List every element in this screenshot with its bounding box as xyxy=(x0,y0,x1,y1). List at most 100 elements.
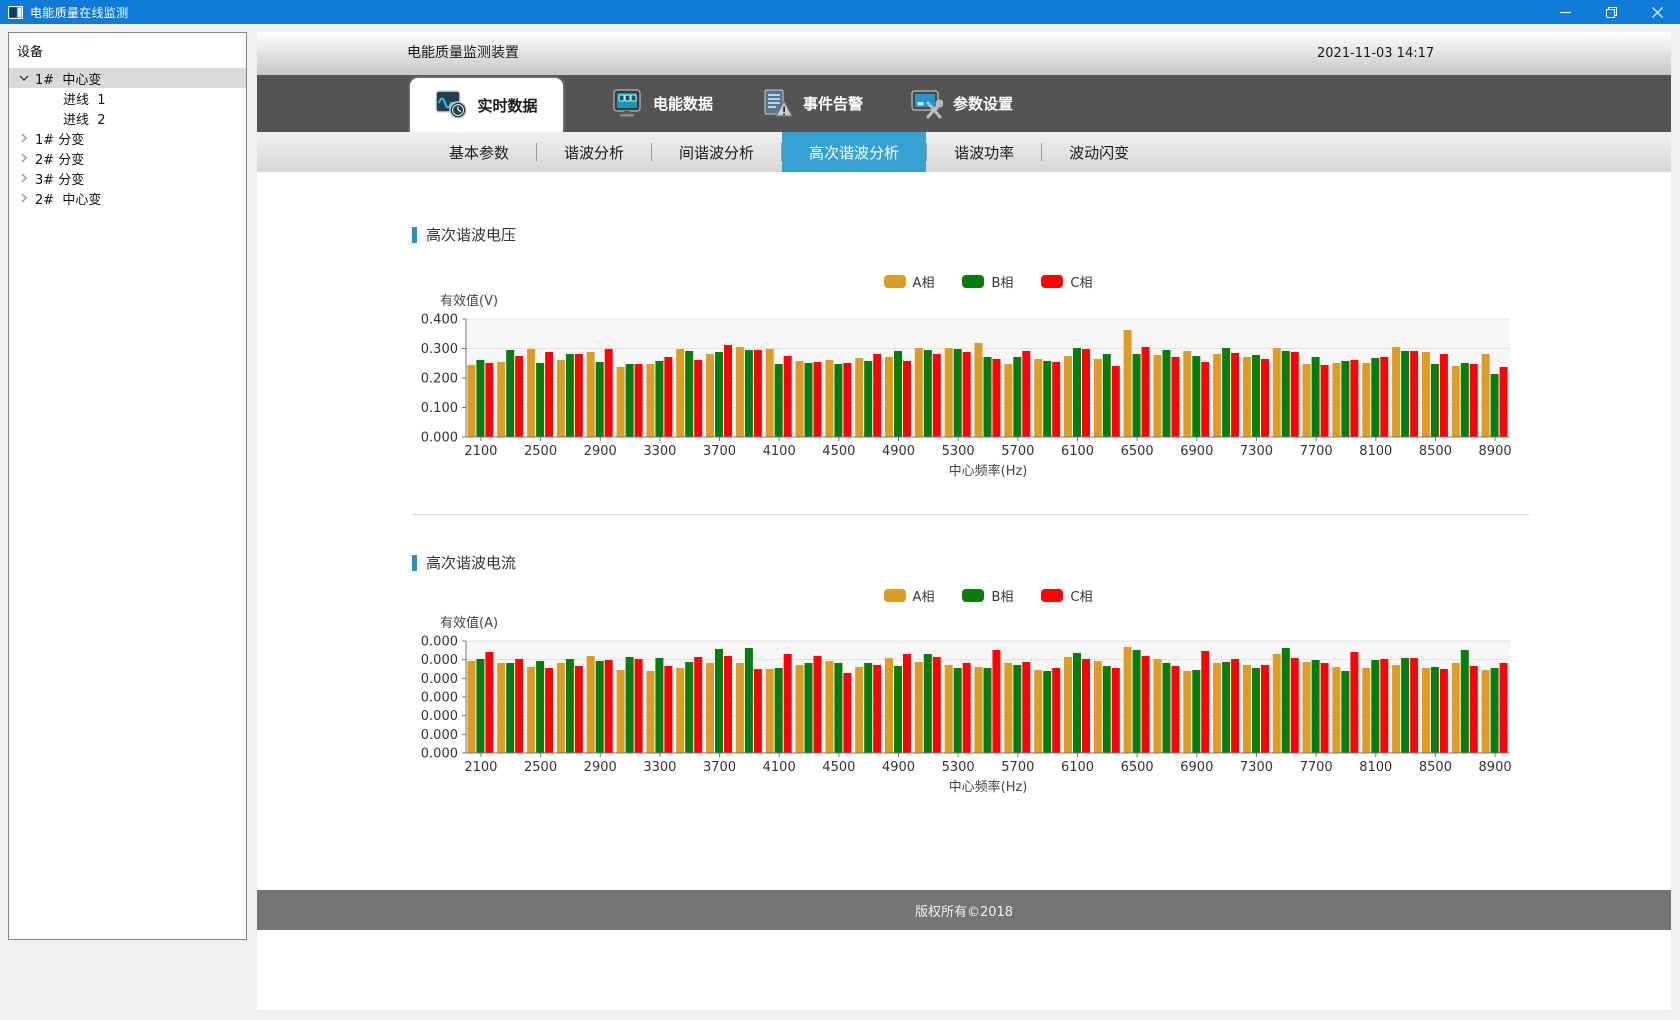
section-divider xyxy=(412,514,1530,515)
svg-text:7700: 7700 xyxy=(1300,444,1333,459)
tab-参数设置[interactable]: 参数设置 xyxy=(911,75,1013,132)
svg-text:0.300: 0.300 xyxy=(421,342,458,357)
minimize-button[interactable] xyxy=(1542,0,1588,24)
legend-swatch-phase-a xyxy=(884,589,906,602)
svg-text:6500: 6500 xyxy=(1121,760,1154,775)
svg-text:0.000: 0.000 xyxy=(421,728,458,743)
svg-text:3300: 3300 xyxy=(643,444,676,459)
svg-text:0.200: 0.200 xyxy=(421,372,458,387)
x-axis: 2100250029003300370041004500490053005700… xyxy=(464,437,1511,459)
copyright-text: 版权所有©2018 xyxy=(915,901,1013,920)
titlebar: 电能质量在线监测 xyxy=(0,0,1680,24)
chevron-right-icon[interactable] xyxy=(15,193,33,203)
tab-电能数据[interactable]: 电能数据 xyxy=(611,75,713,132)
subtab-谐波功率[interactable]: 谐波功率 xyxy=(927,132,1041,172)
subtab-基本参数[interactable]: 基本参数 xyxy=(422,132,536,172)
chevron-right-icon[interactable] xyxy=(15,153,33,163)
tree-item-2[interactable]: 进线 2 xyxy=(9,108,246,128)
svg-text:2100: 2100 xyxy=(464,760,497,775)
energy-data-icon xyxy=(611,89,643,119)
svg-text:0.000: 0.000 xyxy=(421,691,458,706)
tab-label: 参数设置 xyxy=(953,93,1013,114)
legend-label: A相 xyxy=(913,586,935,605)
subtab-间谐波分析[interactable]: 间谐波分析 xyxy=(652,132,781,172)
tab-label: 电能数据 xyxy=(653,93,713,114)
main-header: 电能质量监测装置 2021-11-03 14:17 xyxy=(257,32,1671,75)
window-controls xyxy=(1542,0,1680,24)
restore-button[interactable] xyxy=(1588,0,1634,24)
svg-text:5300: 5300 xyxy=(942,760,975,775)
svg-text:中心频率(Hz): 中心频率(Hz) xyxy=(949,779,1028,795)
svg-text:4100: 4100 xyxy=(763,444,796,459)
settings-icon xyxy=(911,89,943,119)
minimize-icon xyxy=(1560,7,1571,18)
tree-item-label: 进线 2 xyxy=(61,109,106,128)
svg-text:2100: 2100 xyxy=(464,444,497,459)
legend-label: B相 xyxy=(991,586,1013,605)
harmonic-current-chart: 有效值(A)0.0000.0000.0000.0000.0000.0000.00… xyxy=(412,604,1572,809)
svg-text:0.000: 0.000 xyxy=(421,747,458,762)
tree-item-4[interactable]: 2# 分变 xyxy=(9,148,246,168)
device-panel-title: 设备 xyxy=(9,33,246,68)
footer: 版权所有©2018 xyxy=(257,890,1671,930)
tree-item-label: 1# 中心变 xyxy=(33,69,101,88)
main-area: 电能质量监测装置 2021-11-03 14:17 实时数据 电能数据 事件告警 参数… xyxy=(257,32,1671,1010)
svg-text:4900: 4900 xyxy=(882,760,915,775)
subtab-谐波分析[interactable]: 谐波分析 xyxy=(537,132,651,172)
svg-text:7300: 7300 xyxy=(1240,760,1273,775)
svg-text:0.100: 0.100 xyxy=(421,401,458,416)
tab-label: 实时数据 xyxy=(477,95,537,116)
section-marker-icon xyxy=(412,227,417,243)
legend-phase-b: B相 xyxy=(962,586,1013,605)
tree-item-0[interactable]: 1# 中心变 xyxy=(9,68,246,88)
tab-实时数据[interactable]: 实时数据 xyxy=(410,78,563,132)
svg-text:6900: 6900 xyxy=(1180,760,1213,775)
tree-item-label: 1# 分变 xyxy=(33,129,84,148)
svg-text:有效值(V): 有效值(V) xyxy=(440,293,498,309)
app-icon xyxy=(8,6,23,19)
svg-text:中心频率(Hz): 中心频率(Hz) xyxy=(949,463,1028,479)
svg-text:6500: 6500 xyxy=(1121,444,1154,459)
tree-item-5[interactable]: 3# 分变 xyxy=(9,168,246,188)
legend-label: C相 xyxy=(1070,586,1092,605)
section-title-voltage: 高次谐波电压 xyxy=(412,224,516,245)
svg-text:6900: 6900 xyxy=(1180,444,1213,459)
tree-item-1[interactable]: 进线 1 xyxy=(9,88,246,108)
close-icon xyxy=(1652,7,1663,18)
svg-text:5700: 5700 xyxy=(1001,444,1034,459)
svg-text:0.000: 0.000 xyxy=(421,653,458,668)
chevron-right-icon[interactable] xyxy=(15,173,33,183)
device-page-title: 电能质量监测装置 xyxy=(407,32,519,75)
svg-text:0.000: 0.000 xyxy=(421,672,458,687)
svg-text:0.000: 0.000 xyxy=(421,635,458,650)
svg-text:0.400: 0.400 xyxy=(421,313,458,328)
subtab-波动闪变[interactable]: 波动闪变 xyxy=(1042,132,1156,172)
x-axis: 2100250029003300370041004500490053005700… xyxy=(464,753,1511,775)
section-title-current: 高次谐波电流 xyxy=(412,552,516,573)
svg-text:0.000: 0.000 xyxy=(421,709,458,724)
tree-item-3[interactable]: 1# 分变 xyxy=(9,128,246,148)
svg-text:3300: 3300 xyxy=(643,760,676,775)
close-button[interactable] xyxy=(1634,0,1680,24)
legend-phase-a: A相 xyxy=(884,586,935,605)
tree-item-label: 进线 1 xyxy=(61,89,106,108)
timestamp: 2021-11-03 14:17 xyxy=(1317,32,1434,75)
subtabbar: 基本参数谐波分析间谐波分析高次谐波分析谐波功率波动闪变 xyxy=(257,132,1671,172)
svg-text:6100: 6100 xyxy=(1061,444,1094,459)
svg-text:8100: 8100 xyxy=(1359,444,1392,459)
realtime-data-icon xyxy=(435,90,467,120)
tree-item-label: 2# 中心变 xyxy=(33,189,101,208)
svg-text:2900: 2900 xyxy=(584,760,617,775)
tab-事件告警[interactable]: 事件告警 xyxy=(761,75,863,132)
device-panel: 设备 1# 中心变进线 1进线 21# 分变2# 分变3# 分变2# 中心变 xyxy=(8,32,247,940)
chevron-right-icon[interactable] xyxy=(15,133,33,143)
svg-text:8100: 8100 xyxy=(1359,760,1392,775)
restore-icon xyxy=(1606,7,1617,18)
tree-item-6[interactable]: 2# 中心变 xyxy=(9,188,246,208)
chevron-down-icon[interactable] xyxy=(15,73,33,83)
svg-text:4100: 4100 xyxy=(763,760,796,775)
subtab-高次谐波分析[interactable]: 高次谐波分析 xyxy=(782,132,926,172)
tab-label: 事件告警 xyxy=(803,93,863,114)
window-title: 电能质量在线监测 xyxy=(30,4,128,21)
svg-text:4900: 4900 xyxy=(882,444,915,459)
